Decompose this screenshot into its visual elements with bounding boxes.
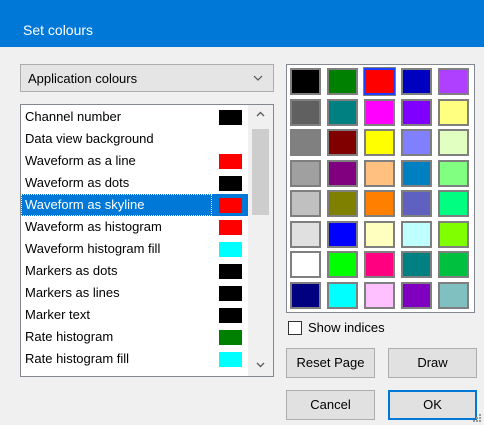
- colour-swatch: [219, 352, 242, 367]
- list-item-label: Waveform as histogram: [25, 219, 162, 234]
- palette-swatch[interactable]: [401, 129, 432, 156]
- scroll-up-button[interactable]: [248, 105, 273, 125]
- list-item[interactable]: Rate histogram fill: [21, 348, 248, 370]
- palette-swatch[interactable]: [327, 129, 358, 156]
- chevron-up-icon: [256, 111, 265, 117]
- palette-swatch[interactable]: [290, 251, 321, 278]
- list-item[interactable]: Markers as dots: [21, 260, 248, 282]
- draw-button[interactable]: Draw: [388, 348, 477, 378]
- colour-swatch: [219, 220, 242, 235]
- palette-swatch[interactable]: [401, 251, 432, 278]
- palette-swatch[interactable]: [438, 220, 469, 248]
- palette-swatch[interactable]: [364, 159, 395, 187]
- palette-swatch[interactable]: [438, 251, 469, 278]
- palette-swatch[interactable]: [438, 159, 469, 187]
- palette-swatch[interactable]: [364, 98, 395, 126]
- colour-swatch: [219, 264, 242, 279]
- dropdown-value: Application colours: [28, 71, 138, 86]
- palette-swatch[interactable]: [290, 68, 321, 95]
- palette-swatch[interactable]: [401, 68, 432, 95]
- chevron-down-icon: [256, 362, 265, 368]
- list-item-label: Waveform histogram fill: [25, 241, 161, 256]
- palette-swatch[interactable]: [327, 251, 358, 278]
- reset-page-button[interactable]: Reset Page: [286, 348, 375, 378]
- list-item-label: Data view background: [25, 131, 154, 146]
- chevron-down-icon: [253, 75, 263, 81]
- colour-swatch: [219, 286, 242, 301]
- list-item-label: Channel number: [25, 109, 122, 124]
- palette-swatch[interactable]: [327, 98, 358, 126]
- colour-swatch: [219, 110, 242, 125]
- list-scrollbar[interactable]: [248, 105, 273, 376]
- list-item[interactable]: Waveform as dots: [21, 172, 248, 194]
- palette-swatch[interactable]: [290, 220, 321, 248]
- palette-swatch[interactable]: [364, 281, 395, 309]
- palette-swatch[interactable]: [364, 129, 395, 156]
- list-item-label: Waveform as skyline: [25, 197, 145, 212]
- list-item-label: Marker text: [25, 307, 91, 322]
- list-item-label: Waveform as a line: [25, 153, 136, 168]
- list-item-label: Rate histogram: [25, 329, 114, 344]
- palette-swatch[interactable]: [438, 190, 469, 217]
- list-item[interactable]: Channel number: [21, 106, 248, 128]
- colour-swatch: [219, 308, 242, 323]
- palette-swatch[interactable]: [438, 129, 469, 156]
- palette-swatch[interactable]: [364, 190, 395, 217]
- colour-swatch: [219, 198, 242, 213]
- palette-swatch[interactable]: [401, 159, 432, 187]
- list-item[interactable]: Waveform as a line: [21, 150, 248, 172]
- colour-swatch: [219, 242, 242, 257]
- list-item-label: Markers as dots: [25, 263, 118, 278]
- list-item[interactable]: Marker text: [21, 304, 248, 326]
- window-title: Set colours: [23, 22, 94, 38]
- scroll-down-button[interactable]: [248, 356, 273, 376]
- palette-swatch[interactable]: [290, 190, 321, 217]
- palette-swatch[interactable]: [327, 159, 358, 187]
- palette-swatch[interactable]: [290, 129, 321, 156]
- list-item[interactable]: Data view background: [21, 128, 248, 150]
- scroll-thumb[interactable]: [252, 129, 269, 215]
- colour-swatch: [219, 176, 242, 191]
- list-item-label: Markers as lines: [25, 285, 120, 300]
- palette-swatch[interactable]: [401, 98, 432, 126]
- palette-swatch[interactable]: [438, 68, 469, 95]
- cancel-button[interactable]: Cancel: [286, 390, 375, 420]
- palette-swatch[interactable]: [438, 281, 469, 309]
- list-item[interactable]: Waveform histogram fill: [21, 238, 248, 260]
- resize-grip-icon[interactable]: [472, 413, 482, 423]
- colour-swatch: [219, 154, 242, 169]
- palette-swatch[interactable]: [401, 220, 432, 248]
- ok-button[interactable]: OK: [388, 390, 477, 420]
- palette-swatch[interactable]: [327, 190, 358, 217]
- colour-swatch: [219, 330, 242, 345]
- palette-swatch[interactable]: [327, 68, 358, 95]
- palette-swatch[interactable]: [327, 281, 358, 309]
- palette-swatch[interactable]: [327, 220, 358, 248]
- palette-swatch[interactable]: [364, 220, 395, 248]
- palette-swatch[interactable]: [290, 281, 321, 309]
- show-indices-checkbox[interactable]: [288, 321, 302, 335]
- list-item[interactable]: Rate histogram: [21, 326, 248, 348]
- list-item[interactable]: Markers as lines: [21, 282, 248, 304]
- palette-swatch[interactable]: [363, 67, 396, 96]
- palette-swatch[interactable]: [290, 159, 321, 187]
- title-bar: Set colours: [0, 0, 484, 47]
- colour-palette: [286, 64, 475, 313]
- palette-swatch[interactable]: [364, 251, 395, 278]
- colour-items-list[interactable]: Channel number Data view background Wavefo…: [20, 104, 274, 377]
- list-item-label: Rate histogram fill: [25, 351, 130, 366]
- palette-swatch[interactable]: [438, 98, 469, 126]
- palette-swatch[interactable]: [401, 281, 432, 309]
- list-item[interactable]: Waveform as skyline: [21, 194, 248, 216]
- show-indices-label: Show indices: [308, 320, 385, 335]
- palette-swatch[interactable]: [401, 190, 432, 217]
- list-item[interactable]: Waveform as histogram: [21, 216, 248, 238]
- list-item-label: Waveform as dots: [25, 175, 130, 190]
- palette-swatch[interactable]: [290, 98, 321, 126]
- colour-set-dropdown[interactable]: Application colours: [20, 64, 274, 92]
